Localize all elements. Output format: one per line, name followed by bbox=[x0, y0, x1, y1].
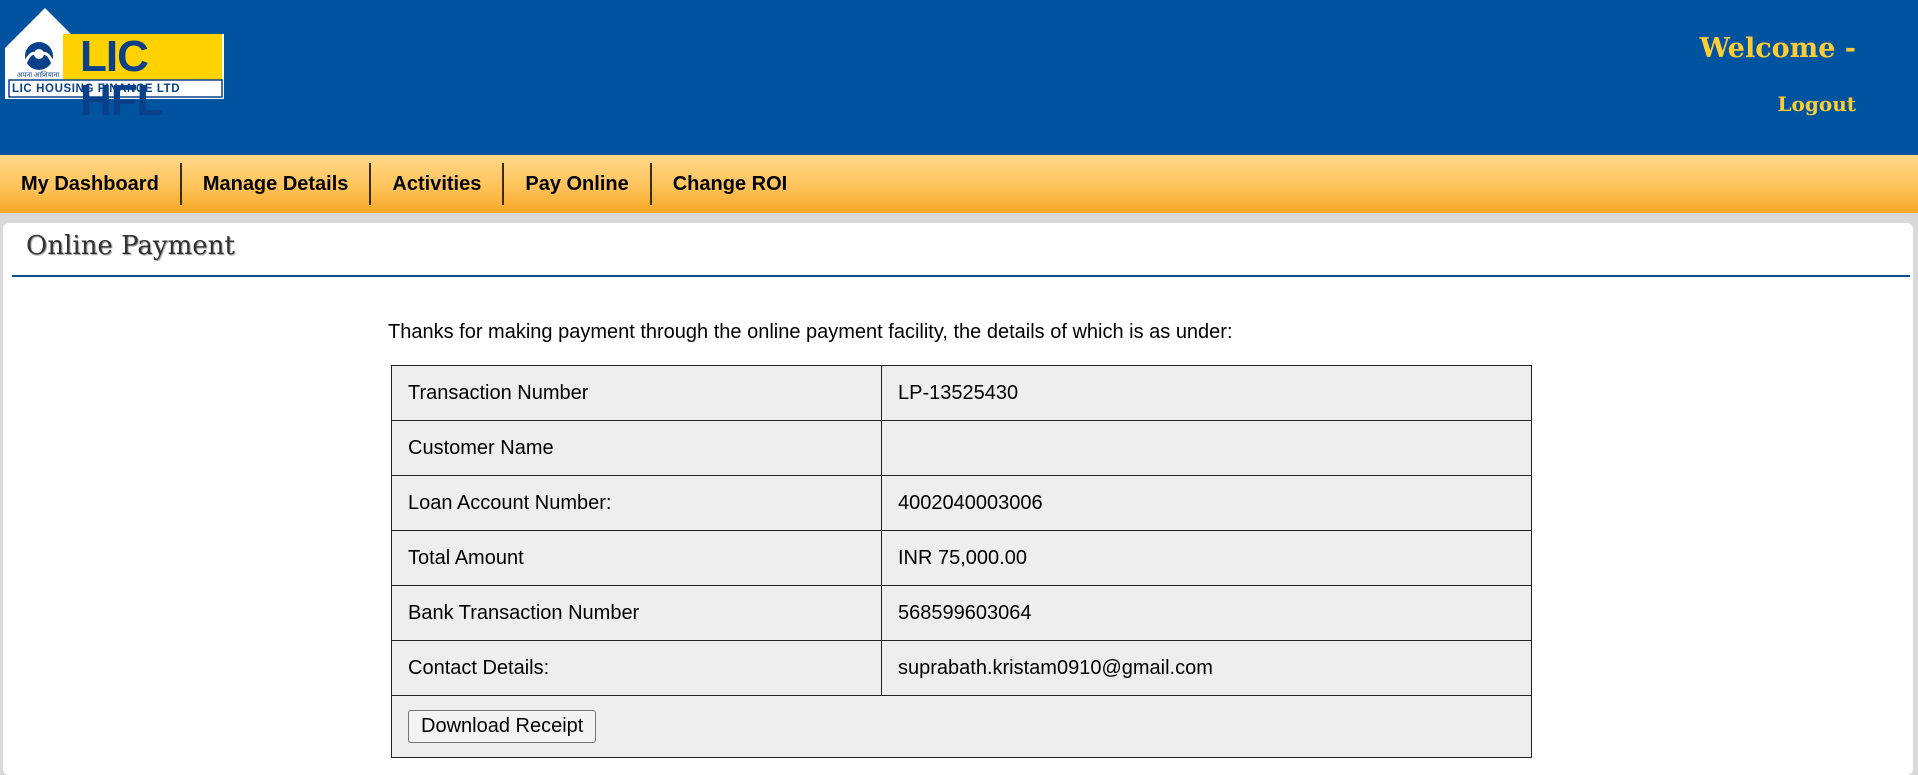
total-amount-value: INR 75,000.00 bbox=[881, 530, 1532, 586]
loan-account-number-value: 4002040003006 bbox=[881, 475, 1532, 531]
nav-pay-online[interactable]: Pay Online bbox=[504, 163, 652, 205]
table-row: Total Amount INR 75,000.00 bbox=[391, 530, 1532, 586]
table-row: Download Receipt bbox=[391, 695, 1532, 758]
logout-link[interactable]: Logout bbox=[1777, 92, 1856, 116]
table-row: Loan Account Number: 4002040003006 bbox=[391, 475, 1532, 531]
payment-details-table: Transaction Number LP-13525430 Customer … bbox=[391, 365, 1532, 758]
welcome-text: Welcome - bbox=[1699, 33, 1856, 64]
bank-transaction-number-label: Bank Transaction Number bbox=[391, 585, 882, 641]
transaction-number-label: Transaction Number bbox=[391, 365, 882, 421]
nav-change-roi[interactable]: Change ROI bbox=[652, 163, 808, 205]
customer-name-label: Customer Name bbox=[391, 420, 882, 476]
content-panel: Online Payment Thanks for making payment… bbox=[3, 223, 1913, 775]
bank-transaction-number-value: 568599603064 bbox=[881, 585, 1532, 641]
svg-text:अपना आशियाना: अपना आशियाना bbox=[17, 70, 59, 79]
download-receipt-button[interactable]: Download Receipt bbox=[408, 710, 597, 743]
contact-details-label: Contact Details: bbox=[391, 640, 882, 696]
logo-wordmark: LIC HFL bbox=[80, 32, 164, 125]
site-header: अपना आशियाना LIC HFL LIC HOUSING FINANCE… bbox=[0, 0, 1918, 155]
logo-subtitle: LIC HOUSING FINANCE LTD bbox=[12, 83, 181, 95]
page-title: Online Payment bbox=[26, 231, 235, 261]
title-divider bbox=[12, 275, 1910, 277]
table-row: Transaction Number LP-13525430 bbox=[391, 365, 1532, 421]
table-row: Bank Transaction Number 568599603064 bbox=[391, 585, 1532, 641]
transaction-number-value: LP-13525430 bbox=[881, 365, 1532, 421]
lic-hfl-logo[interactable]: अपना आशियाना LIC HFL LIC HOUSING FINANCE… bbox=[3, 4, 225, 123]
download-cell: Download Receipt bbox=[391, 695, 1532, 758]
nav-activities[interactable]: Activities bbox=[371, 163, 505, 205]
table-row: Contact Details: suprabath.kristam0910@g… bbox=[391, 640, 1532, 696]
nav-manage-details[interactable]: Manage Details bbox=[182, 163, 372, 205]
payment-intro-text: Thanks for making payment through the on… bbox=[388, 321, 1233, 343]
customer-name-value bbox=[881, 420, 1532, 476]
table-row: Customer Name bbox=[391, 420, 1532, 476]
loan-account-number-label: Loan Account Number: bbox=[391, 475, 882, 531]
main-nav: My Dashboard Manage Details Activities P… bbox=[0, 155, 1918, 213]
contact-details-value: suprabath.kristam0910@gmail.com bbox=[881, 640, 1532, 696]
total-amount-label: Total Amount bbox=[391, 530, 882, 586]
nav-my-dashboard[interactable]: My Dashboard bbox=[0, 163, 182, 205]
